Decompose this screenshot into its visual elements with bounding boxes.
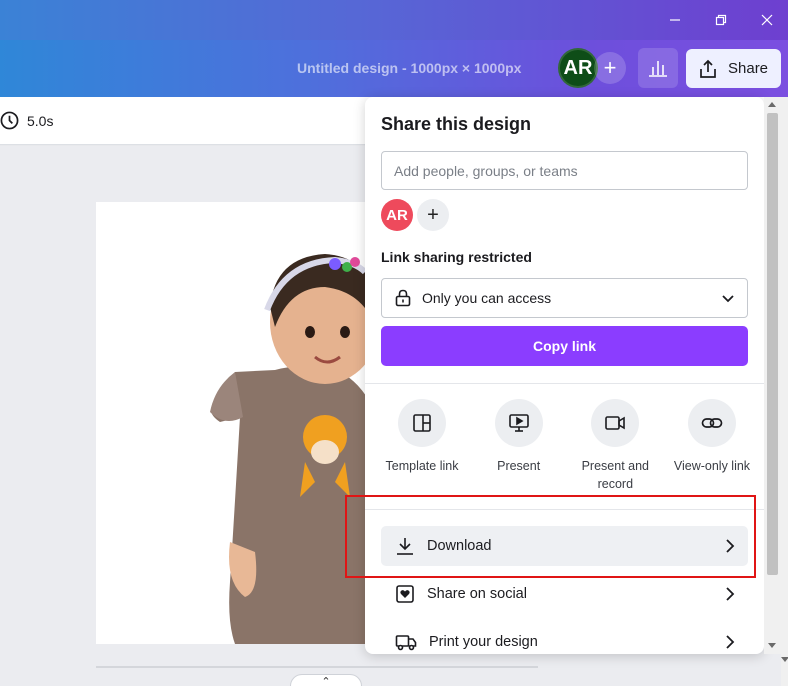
- share-on-social-label: Share on social: [427, 586, 527, 602]
- view-only-link-action[interactable]: View-only link: [665, 399, 759, 494]
- panel-scrollbar[interactable]: [764, 97, 781, 654]
- share-button[interactable]: Share: [686, 49, 781, 88]
- scroll-up-arrow-icon[interactable]: [768, 102, 776, 107]
- link-icon: [687, 399, 736, 447]
- heart-icon: [396, 585, 414, 603]
- present-and-record-label: Present and record: [581, 459, 650, 491]
- access-level-select[interactable]: Only you can access: [381, 278, 748, 318]
- copy-link-button[interactable]: Copy link: [381, 326, 748, 366]
- share-button-label: Share: [728, 60, 769, 77]
- print-design-menu-item[interactable]: Print your design: [381, 622, 748, 654]
- template-icon: [398, 399, 446, 447]
- duration-value: 5.0s: [27, 112, 54, 129]
- chevron-right-icon: [726, 635, 735, 649]
- document-title[interactable]: Untitled design - 1000px × 1000px: [297, 60, 521, 76]
- people-search-placeholder: Add people, groups, or teams: [394, 162, 578, 179]
- add-member-button[interactable]: +: [417, 199, 449, 231]
- upload-icon: [700, 59, 716, 78]
- print-design-label: Print your design: [429, 634, 538, 650]
- window-titlebar: [0, 0, 788, 40]
- editor-header: Untitled design - 1000px × 1000px AR + S…: [0, 40, 788, 97]
- chevron-down-icon: [722, 295, 734, 303]
- close-icon[interactable]: [744, 0, 788, 40]
- template-link-label: Template link: [385, 459, 459, 473]
- minimize-icon[interactable]: [652, 0, 698, 40]
- clock-icon: [0, 111, 19, 130]
- window-scrollbar[interactable]: [781, 97, 788, 686]
- access-level-value: Only you can access: [422, 290, 552, 306]
- scroll-down-arrow-icon[interactable]: [768, 643, 776, 648]
- present-label: Present: [497, 459, 541, 473]
- user-avatar[interactable]: AR: [558, 48, 598, 88]
- window-scroll-down-icon[interactable]: [781, 657, 788, 662]
- pages-toggle[interactable]: ⌃: [290, 674, 362, 686]
- page-divider: [96, 666, 538, 668]
- restore-icon[interactable]: [698, 0, 744, 40]
- people-search-input[interactable]: Add people, groups, or teams: [381, 151, 748, 190]
- link-sharing-heading: Link sharing restricted: [381, 249, 532, 265]
- bar-chart-icon: [649, 61, 667, 77]
- add-collaborator-button[interactable]: +: [594, 52, 626, 84]
- child-photo[interactable]: [205, 252, 375, 644]
- download-highlight-box: [345, 495, 756, 578]
- section-divider: [365, 383, 764, 384]
- member-avatar[interactable]: AR: [381, 199, 413, 231]
- chevron-up-icon: ⌃: [321, 676, 331, 686]
- insights-button[interactable]: [638, 48, 678, 88]
- view-only-link-label: View-only link: [673, 459, 751, 473]
- share-panel-title: Share this design: [381, 114, 532, 134]
- chevron-right-icon: [726, 587, 735, 601]
- duration-control[interactable]: 5.0s: [0, 111, 53, 130]
- truck-icon: [395, 635, 417, 651]
- camera-icon: [591, 399, 640, 447]
- present-action[interactable]: Present: [472, 399, 566, 494]
- share-on-social-menu-item[interactable]: Share on social: [381, 574, 748, 614]
- present-icon: [494, 399, 543, 447]
- lock-icon: [395, 289, 411, 307]
- scroll-thumb[interactable]: [767, 113, 778, 575]
- template-link-action[interactable]: Template link: [375, 399, 469, 494]
- present-and-record-action[interactable]: Present and record: [568, 399, 662, 494]
- share-actions: Template link Present Present and record: [375, 399, 759, 494]
